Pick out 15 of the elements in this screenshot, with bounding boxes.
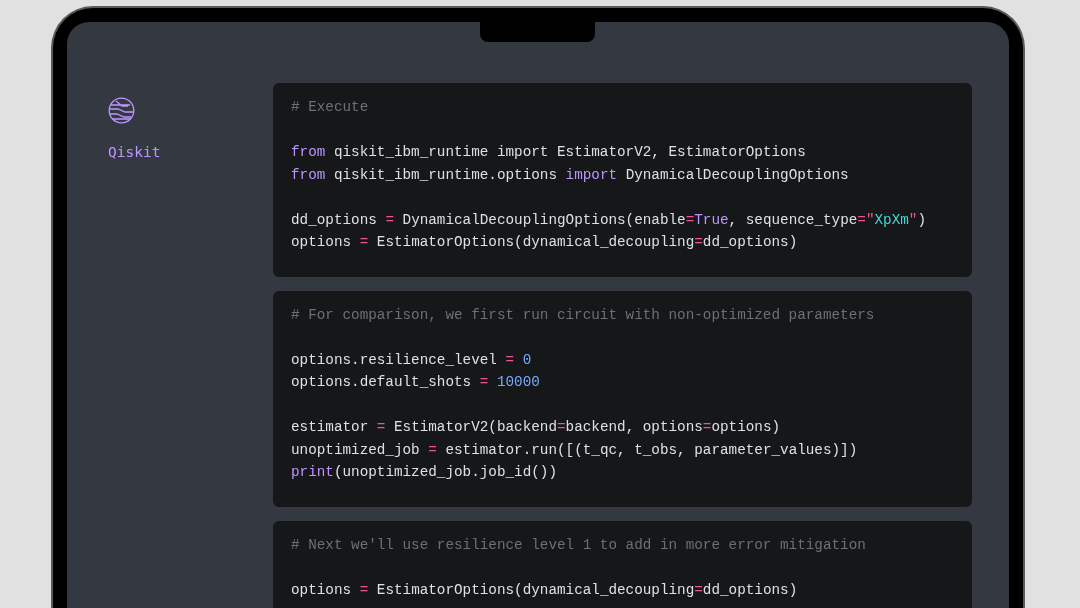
code-line: from qiskit_ibm_runtime.options import DynamicalDecouplingOptions bbox=[291, 165, 850, 185]
code-line: from qiskit_ibm_runtime import EstimatorV2, EstimatorOptions bbox=[291, 143, 807, 162]
code-line: dd_options = DynamicalDecouplingOptions(enable=True, sequence_type="XpXm") bbox=[291, 210, 927, 230]
logo-icon bbox=[108, 97, 135, 124]
code-comment: # Next we'll use resilience level 1 to add in more error mitigation bbox=[291, 535, 867, 555]
code-line: options = EstimatorOptions(dynamical_decoupling=dd_options) bbox=[291, 580, 799, 600]
code-comment: # Execute bbox=[291, 98, 370, 117]
code-line: options = EstimatorOptions(dynamical_decoupling=dd_options) bbox=[291, 233, 799, 252]
code-comment: # For comparison, we first run circuit with non-optimized parameters bbox=[291, 305, 876, 325]
code-line: unoptimized_job = estimator.run([(t_qc, t_obs, parameter_values)]) bbox=[291, 440, 859, 460]
code-line: options.resilience_level = 0 bbox=[291, 350, 533, 370]
code-line: estimator = EstimatorV2(backend=backend, options=options) bbox=[291, 418, 782, 437]
code-line: print(unoptimized_job.job_id()) bbox=[291, 463, 558, 482]
brand-name: Qiskit bbox=[108, 144, 161, 160]
code-line: options.default_shots = 10000 bbox=[291, 373, 541, 392]
